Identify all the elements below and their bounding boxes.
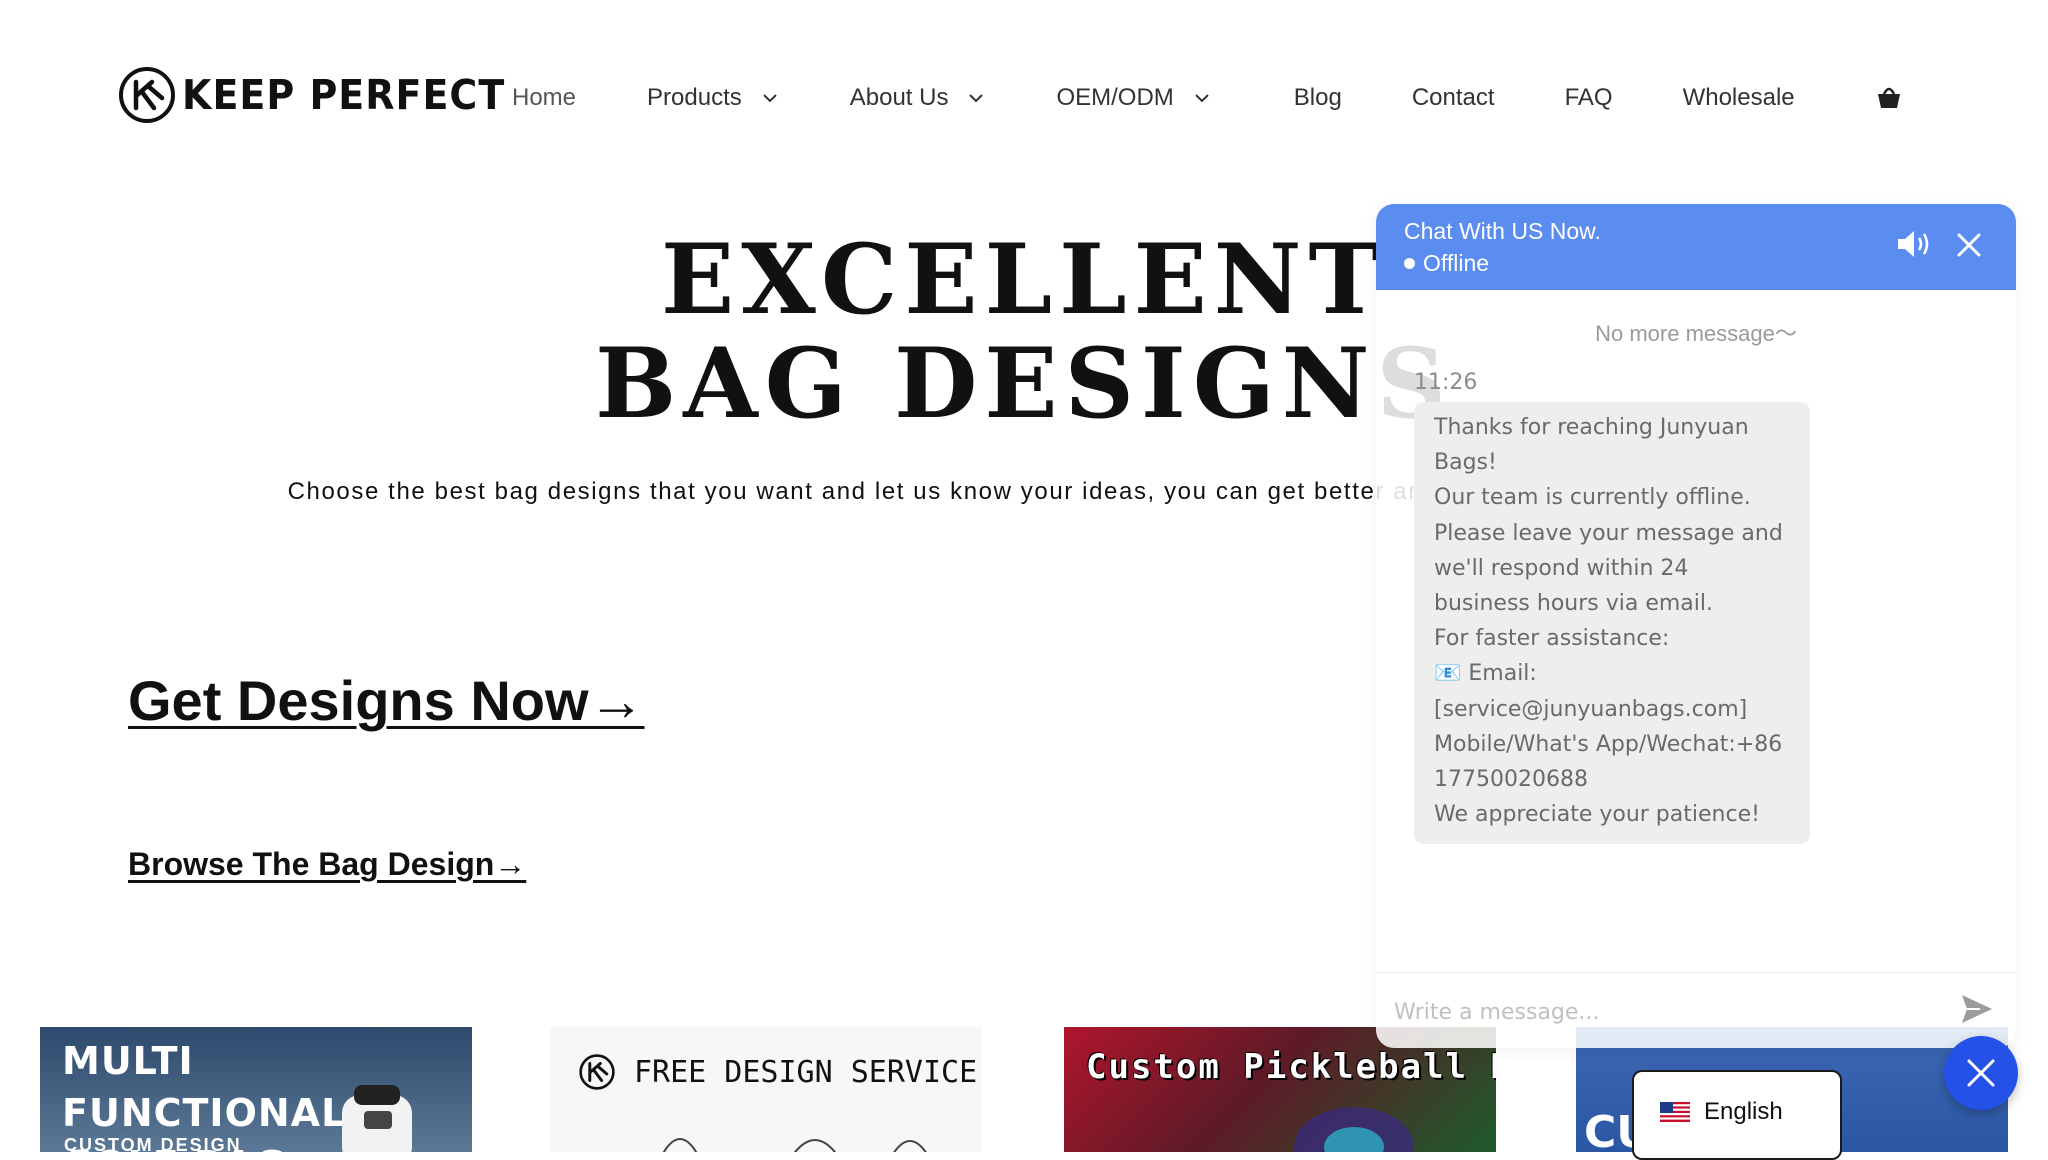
nav-item-wholesale[interactable]: Wholesale (1683, 84, 1795, 112)
product-card-golf-bag[interactable]: MULTI FUNCTIONAL GOLF BAG CUSTOM DESIGN (40, 1027, 472, 1152)
message-line: Our team is currently offline. (1434, 485, 1751, 511)
chevron-down-icon (763, 94, 777, 103)
close-icon[interactable] (1956, 232, 1982, 258)
nav-label: Products (647, 84, 742, 111)
product-card-free-design[interactable]: FREE DESIGN SERVICE (550, 1027, 982, 1152)
nav-item-contact[interactable]: Contact (1412, 84, 1495, 112)
logo-text: KEEP PERFECT (182, 71, 506, 119)
nav-item-oem-odm[interactable]: OEM/ODM (1056, 84, 1209, 112)
chevron-down-icon (1195, 94, 1209, 103)
message-line: business hours via email. (1434, 591, 1713, 617)
chat-header: Chat With US Now. Offline (1376, 204, 2016, 290)
nav-label: About Us (849, 84, 949, 111)
nav-label: Home (512, 84, 577, 111)
chat-message-bubble: Thanks for reaching Junyuan Bags! Our te… (1414, 402, 1810, 845)
message-line: 17750020688 (1434, 767, 1588, 793)
us-flag-icon (1660, 1102, 1690, 1122)
message-line: Please leave your message and (1434, 520, 1783, 546)
site-logo[interactable]: KEEP PERFECT (118, 66, 505, 124)
message-timestamp: 11:26 (1414, 370, 1478, 395)
message-line: Thanks for reaching Junyuan (1434, 415, 1749, 440)
message-line: we'll respond within 24 (1434, 555, 1689, 581)
nav-item-about-us[interactable]: About Us (850, 84, 985, 112)
nav-label: Wholesale (1682, 84, 1795, 111)
card-title: Custom Pickleball Bag (1086, 1047, 1496, 1087)
logo-mark-icon (579, 1054, 615, 1090)
status-dot-icon (1404, 258, 1415, 269)
golf-bag-image (342, 1085, 412, 1152)
chat-title: Chat With US Now. (1404, 218, 1601, 244)
pickleball-image (1294, 1107, 1414, 1152)
message-line: For faster assistance: (1434, 626, 1670, 652)
shopping-basket-icon[interactable] (1876, 84, 1902, 110)
message-line: We appreciate your patience! (1434, 802, 1760, 828)
nav-label: FAQ (1564, 84, 1613, 111)
speaker-icon[interactable] (1896, 228, 1934, 260)
chat-status-label: Offline (1423, 250, 1490, 276)
nav-label: Contact (1411, 84, 1495, 111)
chat-widget: Chat With US Now. Offline No more messag… (1376, 204, 2016, 1048)
message-line: 📧 Email: (1434, 661, 1537, 687)
nav-item-products[interactable]: Products (647, 84, 778, 112)
no-more-messages: No more message～ (1595, 321, 1797, 346)
logo-mark-icon (119, 67, 175, 123)
language-selector[interactable]: English (1632, 1070, 1842, 1160)
chat-input-row (1376, 972, 2016, 1048)
main-nav: Home Products About Us OEM/ODM Blog Cont… (512, 78, 1795, 118)
card-subtitle: CUSTOM DESIGN (64, 1135, 242, 1152)
card-title: FREE DESIGN SERVICE (634, 1055, 978, 1090)
browse-bag-design-link[interactable]: Browse The Bag Design→ (128, 846, 526, 883)
message-line: [service@junyuanbags.com] (1434, 696, 1748, 722)
nav-item-home[interactable]: Home (512, 84, 576, 112)
get-designs-now-link[interactable]: Get Designs Now→ (128, 668, 645, 733)
chat-status: Offline (1404, 250, 1489, 277)
nav-item-blog[interactable]: Blog (1294, 84, 1342, 112)
close-icon (1967, 1059, 1995, 1087)
bag-sketches-image (662, 1138, 927, 1152)
nav-label: OEM/ODM (1056, 84, 1174, 111)
nav-item-faq[interactable]: FAQ (1565, 84, 1613, 112)
message-line: Mobile/What's App/Wechat:+86 (1434, 731, 1783, 757)
language-label: English (1704, 1098, 1783, 1125)
chat-toggle-button[interactable] (1944, 1036, 2018, 1110)
chevron-down-icon (969, 94, 984, 103)
message-line: Bags! (1434, 450, 1497, 476)
nav-label: Blog (1293, 84, 1342, 111)
chat-message-input[interactable] (1392, 991, 1936, 1033)
send-icon[interactable] (1960, 993, 1994, 1025)
